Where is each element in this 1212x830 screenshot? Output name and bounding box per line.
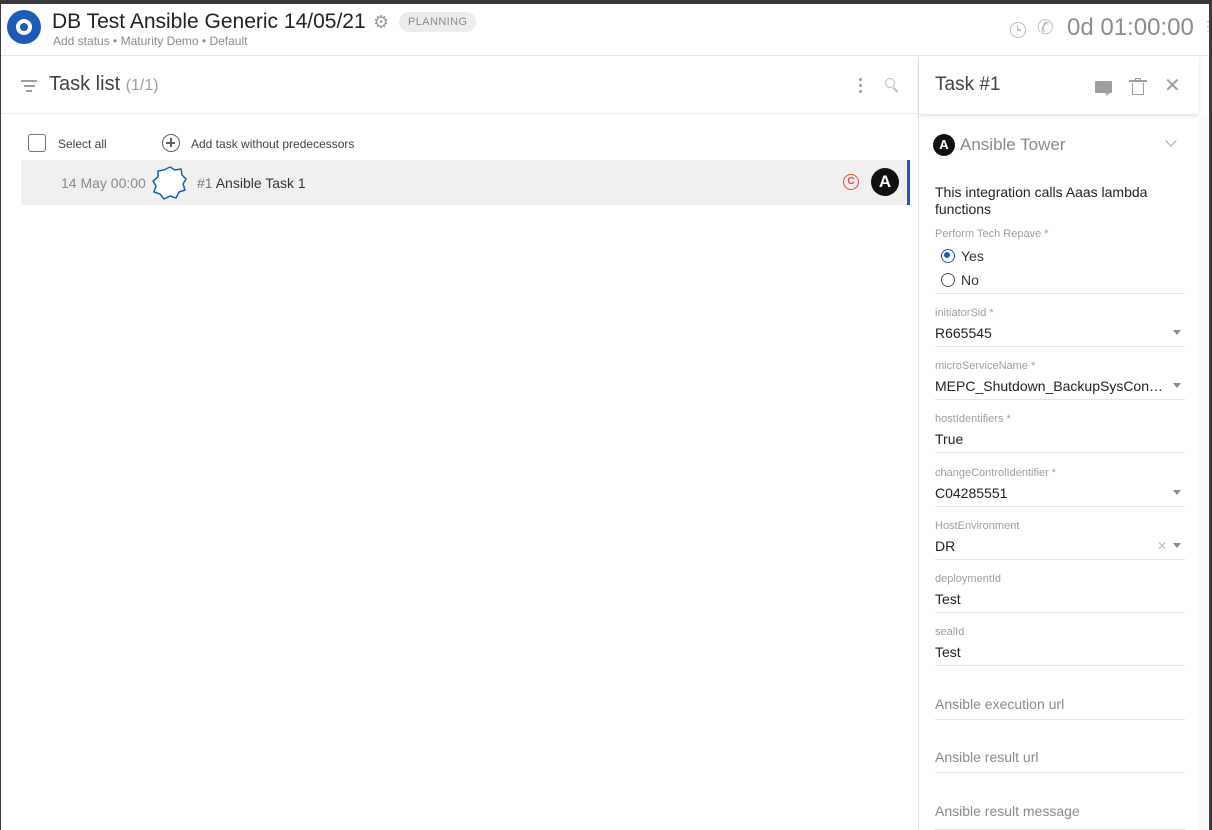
deployment-id-field[interactable]: deploymentId Test (935, 573, 1185, 613)
status-badge[interactable]: PLANNING (399, 12, 477, 32)
select-all-label[interactable]: Select all (58, 137, 107, 151)
change-control-identifier-label: changeControlIdentifier * (935, 467, 1057, 479)
change-control-identifier-value: C04285551 (935, 485, 1008, 501)
microservice-name-label: microServiceName * (935, 360, 1036, 372)
initiator-sid-label: initiatorSid * (935, 307, 994, 319)
host-identifiers-value: True (935, 431, 964, 447)
dropdown-arrow-icon[interactable] (1173, 490, 1181, 495)
select-all-checkbox[interactable] (28, 134, 46, 152)
ansible-execution-url-placeholder: Ansible execution url (935, 696, 1065, 712)
ansible-execution-url-field[interactable]: Ansible execution url (935, 680, 1185, 720)
ansible-result-url-field[interactable]: Ansible result url (935, 733, 1185, 773)
perform-tech-repave-label: Perform Tech Repave * (935, 228, 1049, 240)
deployment-id-label: deploymentId (935, 573, 1002, 585)
host-environment-field[interactable]: HostEnvironment DR ✕ (935, 520, 1185, 560)
task-detail-header: Task #1 ✕ (919, 56, 1199, 114)
task-detail-panel: Task #1 ✕ A Ansible Tower This integrati… (918, 56, 1209, 830)
radio-no[interactable] (941, 273, 955, 287)
more-icon[interactable]: ⋮ (1201, 18, 1209, 35)
task-row[interactable]: 14 May 00:00 #1 Ansible Task 1 C A (21, 160, 910, 205)
task-number: #1 (197, 175, 213, 191)
ansible-result-message-placeholder: Ansible result message (935, 803, 1080, 819)
radio-no-label[interactable]: No (961, 272, 979, 288)
top-header: DB Test Ansible Generic 14/05/21 ⚙ PLANN… (1, 4, 1209, 56)
ansible-icon: A (933, 134, 955, 156)
host-identifiers-label: hostIdentifiers * (935, 413, 1011, 425)
integration-name: Ansible Tower (960, 135, 1066, 154)
seal-id-label: sealId (935, 626, 965, 638)
initiator-sid-value: R665545 (935, 325, 992, 341)
search-icon[interactable] (885, 78, 899, 93)
change-control-identifier-field[interactable]: changeControlIdentifier * C04285551 (935, 467, 1185, 507)
microservice-name-value: MEPC_Shutdown_BackupSysCon… (935, 378, 1164, 394)
more-options-icon[interactable] (859, 78, 863, 94)
page-title: DB Test Ansible Generic 14/05/21 (52, 10, 366, 33)
add-task-button[interactable]: Add task without predecessors (191, 137, 354, 151)
task-count: (1/1) (125, 77, 159, 94)
task-gear-icon[interactable] (151, 164, 189, 202)
host-environment-value: DR (935, 538, 956, 554)
clear-icon[interactable]: ✕ (1157, 539, 1167, 553)
integration-description: This integration calls Aaas lambda funct… (935, 184, 1148, 217)
dropdown-arrow-icon[interactable] (1173, 543, 1181, 548)
initiator-sid-field[interactable]: initiatorSid * R665545 (935, 307, 1185, 347)
task-list-panel: Task list (1/1) Select all Add task with… (1, 56, 918, 830)
deployment-id-value: Test (935, 591, 961, 607)
ansible-result-url-placeholder: Ansible result url (935, 749, 1039, 765)
app-window: DB Test Ansible Generic 14/05/21 ⚙ PLANN… (1, 4, 1209, 830)
page-subtitle[interactable]: Add status • Maturity Demo • Default (53, 34, 247, 48)
seal-id-field[interactable]: sealId Test (935, 626, 1185, 666)
clock-icon[interactable] (1010, 22, 1026, 38)
task-name[interactable]: #1 Ansible Task 1 (197, 175, 306, 191)
duration-timer: 0d 01:00:00 (1067, 14, 1194, 41)
task-list-toolbar: Task list (1/1) (1, 56, 918, 114)
task-detail-title: Task #1 (935, 74, 1001, 95)
microservice-name-field[interactable]: microServiceName * MEPC_Shutdown_BackupS… (935, 360, 1185, 400)
close-icon[interactable]: ✕ (1164, 76, 1181, 96)
dropdown-arrow-icon[interactable] (1173, 330, 1181, 335)
ansible-icon[interactable]: A (871, 168, 899, 196)
seal-id-value: Test (935, 644, 961, 660)
task-list-title: Task list (1/1) (49, 73, 159, 95)
add-circle-icon[interactable] (162, 134, 180, 152)
integration-selector[interactable]: A Ansible Tower (933, 134, 1188, 158)
host-identifiers-field[interactable]: hostIdentifiers * True (935, 413, 1185, 453)
panel-scroll-track[interactable] (1199, 114, 1209, 830)
app-logo-icon[interactable] (7, 10, 41, 44)
task-list-actions: Select all Add task without predecessors (1, 130, 918, 156)
task-date: 14 May 00:00 (61, 175, 146, 191)
trash-icon[interactable] (1129, 78, 1147, 95)
perform-tech-repave-group: Perform Tech Repave * Yes No (935, 228, 1185, 294)
task-title: Ansible Task 1 (215, 175, 306, 191)
filter-icon[interactable] (21, 80, 37, 92)
host-environment-label: HostEnvironment (935, 520, 1020, 532)
dropdown-arrow-icon[interactable] (1173, 383, 1181, 388)
chevron-down-icon[interactable] (1165, 135, 1177, 147)
comment-icon[interactable] (1095, 81, 1112, 96)
gear-icon[interactable]: ⚙ (373, 13, 391, 31)
radio-yes-label[interactable]: Yes (961, 248, 984, 264)
ansible-result-message-field[interactable]: Ansible result message (935, 786, 1185, 830)
phone-icon[interactable]: ✆ (1037, 18, 1054, 38)
c-circle-icon[interactable]: C (843, 174, 859, 190)
radio-yes[interactable] (941, 249, 955, 263)
